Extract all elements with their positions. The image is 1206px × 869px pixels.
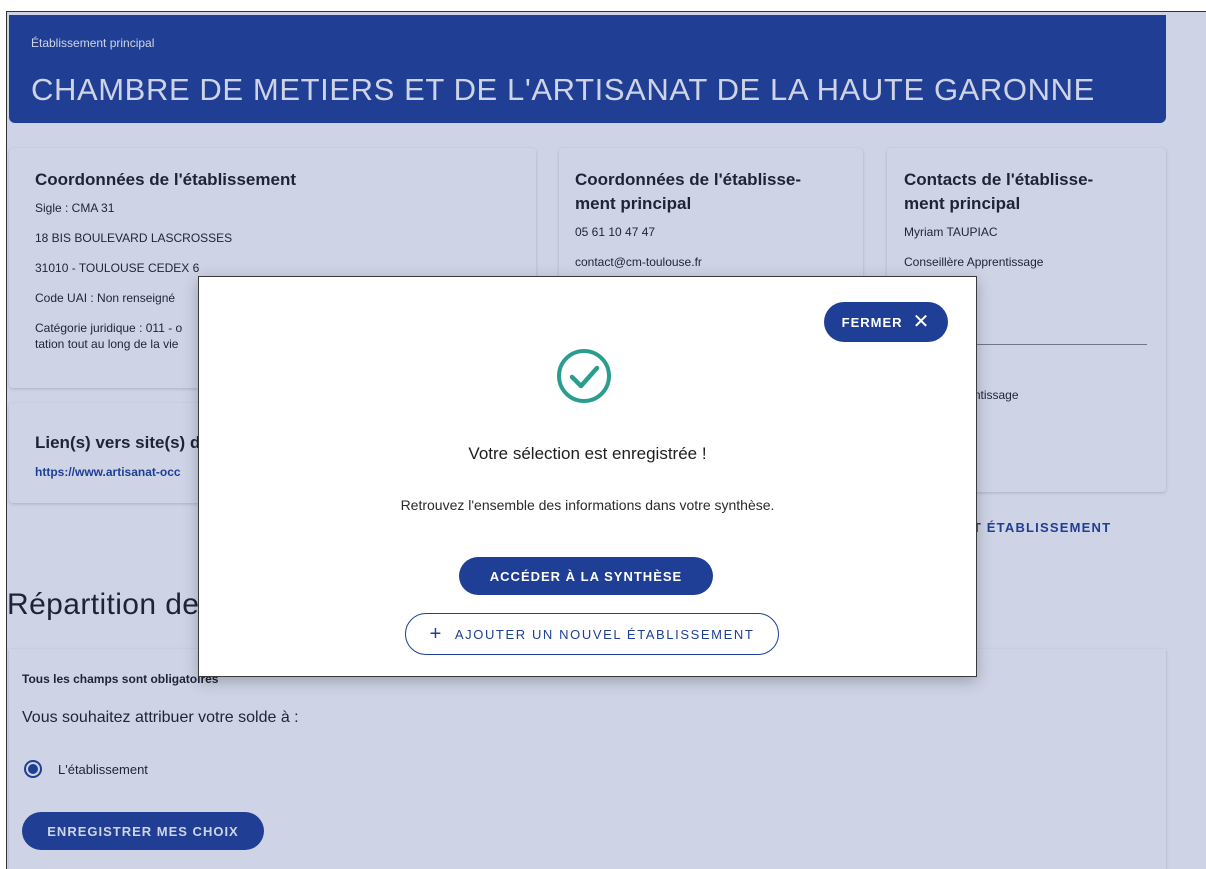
page-frame: Établissement principal CHAMBRE DE METIE… <box>6 11 1206 869</box>
plus-icon: + <box>429 623 443 645</box>
confirmation-message: Votre sélection est enregistrée ! <box>468 444 707 463</box>
add-establishment-label: AJOUTER UN NOUVEL ÉTABLISSEMENT <box>454 626 755 642</box>
confirmation-dialog: FERMER ✕ Votre sélection est enregistrée… <box>198 276 977 677</box>
add-establishment-button[interactable]: + AJOUTER UN NOUVEL ÉTABLISSEMENT <box>405 613 779 655</box>
confirmation-submessage: Retrouvez l'ensemble des informations da… <box>400 497 775 513</box>
close-label: FERMER <box>841 314 903 330</box>
view-summary-button[interactable]: ACCÉDER À LA SYNTHÈSE <box>459 557 713 595</box>
close-button[interactable]: FERMER ✕ <box>824 302 948 342</box>
close-icon: ✕ <box>912 311 931 333</box>
check-circle-icon <box>557 349 611 403</box>
